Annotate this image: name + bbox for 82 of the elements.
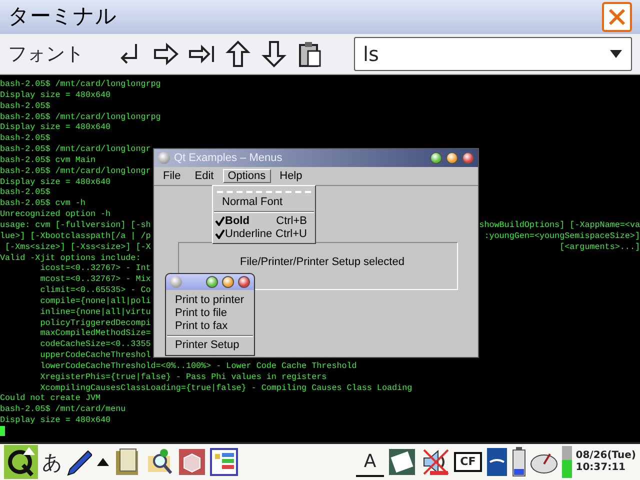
terminal-line: icost=<0..32767> - Int — [39, 263, 151, 274]
menu-item[interactable]: Print to printer — [166, 294, 254, 307]
sd-card-icon[interactable] — [486, 447, 508, 477]
terminal-line: Unrecognized option -h — [0, 209, 111, 220]
terminal-line: bash-2.05$ /mnt/card/menu — [0, 404, 126, 416]
terminal-line: bash-2.05$ — [0, 133, 50, 144]
terminal-line: XcompilingCausesClassLoading={true|false} - Compiling Causes Class Loading — [39, 382, 412, 394]
menu-item[interactable]: Options — [222, 168, 271, 184]
input-mode-text[interactable]: A — [356, 448, 384, 476]
terminal-line: bash-2.05$ /mnt/card/longlongrpg — [0, 112, 161, 122]
shortcut-text: Ctrl+U — [276, 228, 307, 240]
terminal-line: Display size = 480x640 — [0, 176, 111, 188]
terminal-line: usage: cvm [-fullversion] [-sh — [0, 220, 151, 231]
command-combo-box[interactable]: ls — [354, 37, 632, 71]
terminal-line: climit=<0..65535> - Co — [39, 285, 151, 296]
menu-item[interactable]: Edit — [190, 168, 219, 184]
close-button[interactable] — [238, 276, 250, 288]
terminal-line: codeCacheSize=<0..3355 — [39, 339, 151, 350]
minimize-button[interactable] — [430, 152, 442, 164]
window-title: ターミナル — [8, 3, 117, 30]
terminal-line: showBuildOptions] [-XappName=<va — [479, 220, 640, 231]
terminal-line: Display size = 480x640 — [0, 122, 111, 134]
terminal-line: bash-2.05$ cvm Main — [0, 154, 96, 166]
terminal-line: inline={none|all|virtu — [39, 306, 151, 318]
terminal-line: bash-2.05$ — [0, 100, 50, 112]
close-button[interactable] — [602, 2, 632, 32]
palette-icon[interactable] — [210, 448, 238, 476]
up-triangle-icon[interactable] — [96, 457, 110, 467]
box-icon[interactable] — [178, 448, 206, 476]
caret-icon — [609, 49, 623, 59]
maximize-button[interactable] — [222, 276, 234, 288]
terminal-line: compile={none|all|poli — [39, 296, 151, 307]
font-menu[interactable]: フォント — [8, 40, 84, 68]
status-text: File/Printer/Printer Setup selected — [240, 257, 404, 268]
terminal-line: bash-2.05$ /mnt/card/longlongr — [0, 166, 151, 177]
terminal-line: Valid -Xjit options include: — [0, 252, 141, 264]
shortcut-text: Ctrl+B — [276, 216, 307, 227]
battery-icon[interactable] — [512, 447, 526, 477]
close-icon — [607, 7, 627, 27]
text-cursor — [0, 426, 5, 436]
clipboard-icon[interactable] — [296, 40, 324, 68]
card-icon[interactable] — [388, 448, 416, 476]
menu-item[interactable]: Printer Setup — [166, 338, 254, 352]
terminal-line: bash-2.05$ /mnt/card/longlongr — [0, 144, 151, 155]
terminal-line: [-Xms<size>] [-Xss<size>] [-X — [4, 242, 151, 252]
terminal-line: Could not create JVM — [0, 393, 101, 404]
meter-icon — [562, 446, 572, 478]
terminal-line: XregisterPhis={true|false} - Pass Phi values in registers — [39, 372, 327, 383]
terminal-line: bash-2.05$ — [0, 187, 50, 198]
terminal-line: bash-2.05$ cvm -h — [0, 198, 86, 210]
terminal-line: maxCompiledMethodSize= — [39, 328, 151, 340]
close-button[interactable] — [462, 152, 474, 164]
menu-item[interactable]: File — [158, 168, 186, 184]
terminal-line: policyTriggeredDecompi — [39, 318, 151, 328]
terminal-line: mcost=<0..32767> - Mix — [39, 274, 151, 286]
input-method-text[interactable]: あ — [42, 447, 62, 477]
right-arrow-icon[interactable] — [152, 40, 180, 68]
time-text: 10:37:11 — [576, 462, 626, 474]
menu-item[interactable]: Print to file — [166, 306, 254, 320]
terminal-line: upperCodeCacheThreshol — [39, 350, 151, 361]
terminal-line: lue>] [-Xbootclasspath[/a | /p — [0, 230, 151, 242]
up-arrow-icon[interactable] — [224, 40, 252, 68]
q-logo-icon[interactable] — [4, 445, 38, 479]
maximize-button[interactable] — [446, 152, 458, 164]
terminal-line: Display size = 480x640 — [0, 90, 111, 101]
magnifier-icon[interactable] — [146, 448, 174, 476]
terminal-line: bash-2.05$ /mnt/card/longlongrpg — [0, 79, 161, 90]
window-title: Qt Examples – Menus — [174, 152, 282, 164]
terminal-line: lowerCodeCacheThreshold=<0%..100%> - Lower Code Cache Threshold — [39, 360, 357, 372]
cf-card-status[interactable]: CF — [454, 452, 482, 472]
menu-item[interactable]: Help — [274, 168, 308, 184]
terminal-line: :youngGen=<youngSemispaceSize>] — [484, 230, 640, 242]
pencil-icon[interactable] — [66, 448, 92, 476]
down-arrow-icon[interactable] — [260, 40, 288, 68]
terminal-line: [<arguments>...] — [560, 242, 640, 252]
menu-item[interactable]: Print to fax — [166, 320, 254, 333]
menu-item[interactable]: Underline — [225, 228, 272, 240]
menu-item[interactable]: Normal Font — [213, 196, 315, 209]
date-text: 08/26(Tue) — [576, 450, 636, 462]
terminal-line: Display size = 480x640 — [0, 415, 111, 426]
menu-item[interactable]: Bold — [225, 216, 250, 227]
minimize-button[interactable] — [206, 276, 218, 288]
